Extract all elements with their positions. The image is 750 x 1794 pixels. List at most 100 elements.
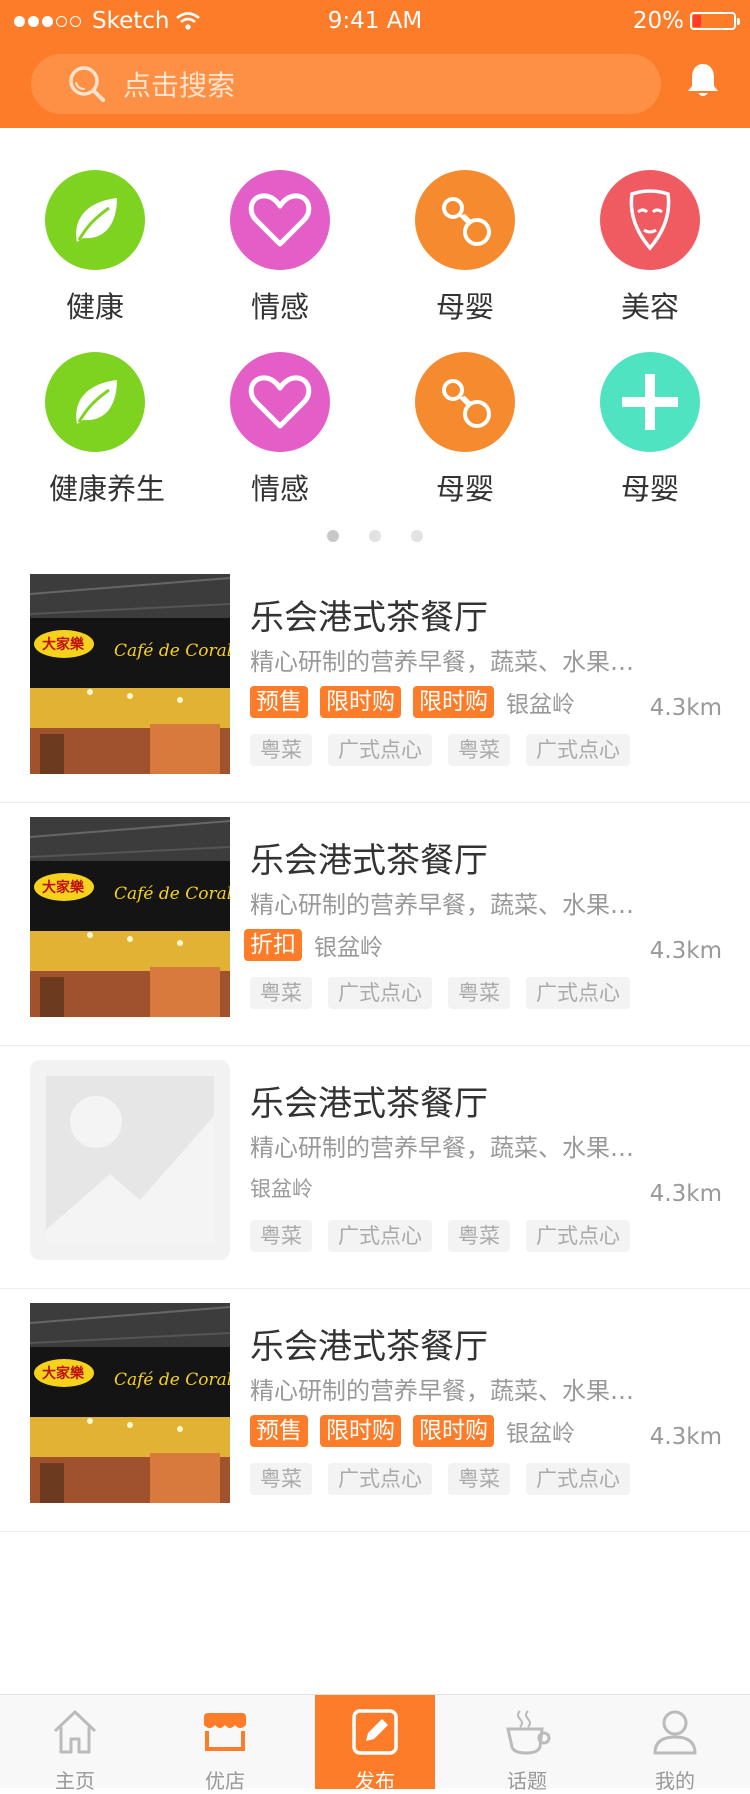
list-item[interactable]: 乐会港式茶餐厅 精心研制的营养早餐，蔬菜、水果… 银盆岭 4.3km 粤菜 广式… [0,1046,750,1289]
tab-label: 我的 [655,1769,695,1793]
cuisine-tag: 粤菜 [448,734,510,766]
category-label: 母婴 [620,472,679,506]
pacifier-icon [415,170,515,270]
cuisine-tag: 广式点心 [526,734,630,766]
restaurant-photo: 大家樂 Café de Coral. [30,574,230,774]
category-emotion[interactable]: 情感 [185,352,375,508]
cuisine-tag: 广式点心 [328,734,432,766]
tab-profile[interactable]: 我的 [600,1695,750,1793]
category-grid: 健康 情感 母婴 美容 健康养生 情感 母婴 母婴 [0,128,750,558]
tab-topics[interactable]: 话题 [452,1695,602,1793]
category-health[interactable]: 健康 [0,170,190,326]
page-indicator[interactable] [0,530,750,542]
cuisine-tag: 粤菜 [250,1463,312,1495]
cuisine-tag: 粤菜 [250,734,312,766]
leaf-icon [45,170,145,270]
battery-icon [690,12,740,30]
category-baby[interactable]: 母婴 [370,352,560,508]
sign-chinese: 大家樂 [42,636,85,653]
restaurant-description: 精心研制的营养早餐，蔬菜、水果… [250,1377,634,1405]
tab-shop[interactable]: 优店 [150,1695,300,1793]
page-dot[interactable] [327,530,339,542]
tag-row: 粤菜 广式点心 粤菜 广式点心 [250,977,630,1009]
tab-label: 发布 [355,1769,395,1793]
restaurant-description: 精心研制的营养早餐，蔬菜、水果… [250,1134,634,1162]
promo-badge: 限时购 [320,1415,401,1447]
category-label: 母婴 [435,290,494,324]
bell-icon[interactable] [686,62,720,100]
restaurant-location: 银盆岭 [506,692,575,718]
restaurant-list: 大家樂 Café de Coral. 乐会港式茶餐厅 精心研制的营养早餐，蔬菜、… [0,560,750,1532]
plus-icon [600,352,700,452]
cuisine-tag: 广式点心 [328,977,432,1009]
restaurant-description: 精心研制的营养早餐，蔬菜、水果… [250,648,634,676]
category-health-wellness[interactable]: 健康养生 [0,352,190,508]
tab-publish[interactable]: 发布 [315,1695,435,1793]
face-mask-icon [600,170,700,270]
cuisine-tag: 粤菜 [448,1220,510,1252]
category-baby[interactable]: 母婴 [370,170,560,326]
sign-chinese: 大家樂 [42,1365,85,1382]
category-label: 情感 [250,290,309,324]
image-placeholder-icon [30,1060,230,1260]
promo-badge: 折扣 [244,929,302,961]
promo-badge: 限时购 [320,686,401,718]
restaurant-distance: 4.3km [649,1181,722,1207]
battery-percent: 20% [632,8,684,34]
cuisine-tag: 广式点心 [526,1220,630,1252]
badge-row: 银盆岭 [250,1171,313,1205]
search-icon [69,66,105,102]
category-label: 情感 [250,472,309,506]
status-bar: Sketch 9:41 AM 20% [0,0,750,44]
cuisine-tag: 粤菜 [448,1463,510,1495]
heart-icon [230,352,330,452]
tab-label: 优店 [205,1769,245,1793]
category-label: 母婴 [435,472,494,506]
cuisine-tag: 广式点心 [526,1463,630,1495]
search-bar[interactable]: 点击搜索 [31,54,661,114]
category-emotion[interactable]: 情感 [185,170,375,326]
cuisine-tag: 粤菜 [448,977,510,1009]
restaurant-location: 银盆岭 [506,1421,575,1447]
heart-icon [230,170,330,270]
tab-home[interactable]: 主页 [0,1695,150,1793]
promo-badge: 限时购 [413,1415,494,1447]
status-right: 20% [632,8,740,34]
restaurant-location: 银盆岭 [250,1177,313,1201]
restaurant-name: 乐会港式茶餐厅 [250,841,488,881]
restaurant-photo: 大家樂 Café de Coral. [30,817,230,1017]
category-label: 美容 [620,290,679,324]
pacifier-icon [415,352,515,452]
page-dot[interactable] [411,530,423,542]
list-item[interactable]: 大家樂 Café de Coral. 乐会港式茶餐厅 精心研制的营养早餐，蔬菜、… [0,803,750,1046]
promo-badge: 限时购 [413,686,494,718]
category-label: 健康养生 [48,472,165,506]
restaurant-location: 银盆岭 [314,935,383,961]
cuisine-tag: 粤菜 [250,1220,312,1252]
tab-label: 主页 [55,1769,95,1793]
search-input[interactable]: 点击搜索 [123,64,235,104]
promo-badge: 预售 [250,1415,308,1447]
restaurant-description: 精心研制的营养早餐，蔬菜、水果… [250,891,634,919]
category-more[interactable]: 母婴 [555,352,745,508]
list-item[interactable]: 大家樂 Café de Coral. 乐会港式茶餐厅 精心研制的营养早餐，蔬菜、… [0,1289,750,1532]
cuisine-tag: 广式点心 [328,1220,432,1252]
user-icon [653,1710,697,1755]
badge-row: 预售 限时购 限时购 银盆岭 [250,685,575,719]
coffee-cup-icon [506,1710,551,1755]
restaurant-name: 乐会港式茶餐厅 [250,598,488,638]
tag-row: 粤菜 广式点心 粤菜 广式点心 [250,1220,630,1252]
promo-badge: 预售 [250,686,308,718]
restaurant-photo: 大家樂 Café de Coral. [30,1303,230,1503]
home-icon [53,1710,97,1754]
restaurant-name: 乐会港式茶餐厅 [250,1327,488,1367]
page-dot[interactable] [369,530,381,542]
tag-row: 粤菜 广式点心 粤菜 广式点心 [250,1463,630,1495]
header: Sketch 9:41 AM 20% 点击搜索 [0,0,750,128]
shop-icon [204,1713,246,1751]
category-beauty[interactable]: 美容 [555,170,745,326]
restaurant-distance: 4.3km [649,1424,722,1450]
list-item[interactable]: 大家樂 Café de Coral. 乐会港式茶餐厅 精心研制的营养早餐，蔬菜、… [0,560,750,803]
restaurant-distance: 4.3km [649,938,722,964]
sign-english: Café de Coral. [114,641,230,661]
